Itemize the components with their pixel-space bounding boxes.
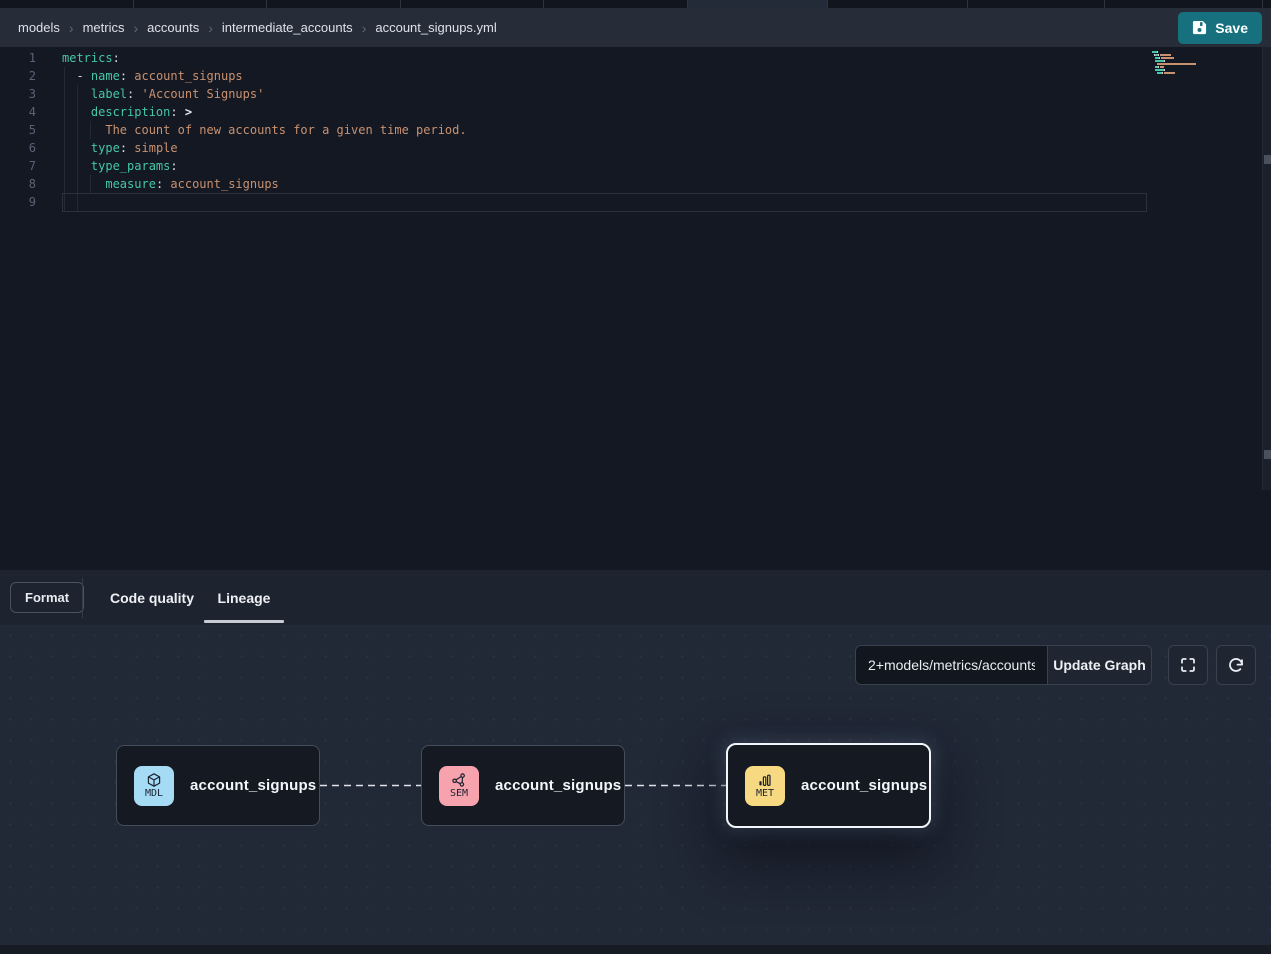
breadcrumb-separator-icon: › <box>208 20 213 36</box>
node-name-label: account_signups <box>190 777 316 794</box>
lineage-graph-canvas[interactable]: Update Graph MDL account_signups SEM accoun… <box>0 625 1271 945</box>
line-number: 9 <box>0 193 36 211</box>
save-floppy-icon <box>1192 20 1207 35</box>
lineage-edge <box>320 784 421 787</box>
scrollbar-mark <box>1264 450 1271 459</box>
editor-line: 6 type: simple <box>0 139 467 157</box>
breadcrumb-item[interactable]: intermediate_accounts <box>222 20 353 35</box>
tab-divider <box>1104 0 1105 8</box>
breadcrumb-separator-icon: › <box>133 20 138 36</box>
active-tab-underline <box>204 620 284 623</box>
bottom-panel-tabbar: Format Code quality Lineage <box>0 570 1271 625</box>
semantic-graph-icon <box>451 772 467 788</box>
lineage-edge <box>625 784 726 787</box>
fullscreen-button[interactable] <box>1168 645 1208 685</box>
node-name-label: account_signups <box>801 777 927 794</box>
line-number: 4 <box>0 103 36 121</box>
refresh-icon <box>1227 656 1245 674</box>
metric-bars-icon <box>757 772 773 788</box>
editor-line: 8 measure: account_signups <box>0 175 467 193</box>
save-button[interactable]: Save <box>1178 12 1262 44</box>
node-type-label: MDL <box>145 788 163 799</box>
lineage-selector-input[interactable] <box>855 645 1047 685</box>
tab-divider <box>687 0 688 8</box>
editor-line: 9 <box>0 193 467 211</box>
line-number: 5 <box>0 121 36 139</box>
tab-divider <box>266 0 267 8</box>
lineage-node-mdl[interactable]: MDL account_signups <box>116 745 320 826</box>
breadcrumb-item[interactable]: account_signups.yml <box>375 20 496 35</box>
update-graph-button[interactable]: Update Graph <box>1047 645 1152 685</box>
editor-line: 1metrics: <box>0 49 467 67</box>
line-number: 6 <box>0 139 36 157</box>
line-number: 7 <box>0 157 36 175</box>
panel-bottom-edge <box>0 945 1271 954</box>
line-number: 8 <box>0 175 36 193</box>
node-type-badge: MET <box>745 766 785 806</box>
tab-code-quality[interactable]: Code quality <box>103 570 201 625</box>
model-cube-icon <box>146 772 162 788</box>
breadcrumb-item[interactable]: models <box>18 20 60 35</box>
node-name-label: account_signups <box>495 777 621 794</box>
editor-line: 7 type_params: <box>0 157 467 175</box>
editor-minimap[interactable] <box>1152 51 1214 78</box>
format-button[interactable]: Format <box>10 582 84 613</box>
panel-divider <box>82 578 83 618</box>
editor-line: 3 label: 'Account Signups' <box>0 85 467 103</box>
tab-divider <box>543 0 544 8</box>
lineage-node-sem[interactable]: SEM account_signups <box>421 745 625 826</box>
editor-lines: 1metrics:2 - name: account_signups3 labe… <box>0 49 467 211</box>
editor-line: 2 - name: account_signups <box>0 67 467 85</box>
line-number: 2 <box>0 67 36 85</box>
active-file-tab[interactable] <box>687 0 827 8</box>
tab-divider <box>1262 0 1263 8</box>
tab-divider <box>967 0 968 8</box>
node-type-label: MET <box>756 788 774 799</box>
line-number: 3 <box>0 85 36 103</box>
breadcrumb: models › metrics › accounts › intermediate_acc… <box>18 20 497 36</box>
code-editor[interactable]: 1metrics:2 - name: account_signups3 labe… <box>0 47 1271 570</box>
lineage-node-met[interactable]: MET account_signups <box>726 743 931 828</box>
save-button-label: Save <box>1215 20 1248 36</box>
editor-scrollbar[interactable] <box>1262 47 1271 490</box>
fullscreen-icon <box>1179 656 1197 674</box>
node-type-badge: MDL <box>134 766 174 806</box>
breadcrumb-item[interactable]: accounts <box>147 20 199 35</box>
line-number: 1 <box>0 49 36 67</box>
node-type-badge: SEM <box>439 766 479 806</box>
scrollbar-mark <box>1264 155 1271 164</box>
tab-divider <box>133 0 134 8</box>
top-tab-strip[interactable] <box>0 0 1271 8</box>
refresh-graph-button[interactable] <box>1216 645 1256 685</box>
tab-lineage[interactable]: Lineage <box>204 570 284 625</box>
editor-line: 5 The count of new accounts for a given … <box>0 121 467 139</box>
breadcrumb-separator-icon: › <box>69 20 74 36</box>
breadcrumb-item[interactable]: metrics <box>83 20 125 35</box>
breadcrumb-separator-icon: › <box>362 20 367 36</box>
node-type-label: SEM <box>450 788 468 799</box>
tab-divider <box>400 0 401 8</box>
ide-window: models › metrics › accounts › intermediate_acc… <box>0 0 1271 954</box>
file-header-bar: models › metrics › accounts › intermediate_acc… <box>0 8 1271 47</box>
tab-divider <box>827 0 828 8</box>
editor-line: 4 description: > <box>0 103 467 121</box>
